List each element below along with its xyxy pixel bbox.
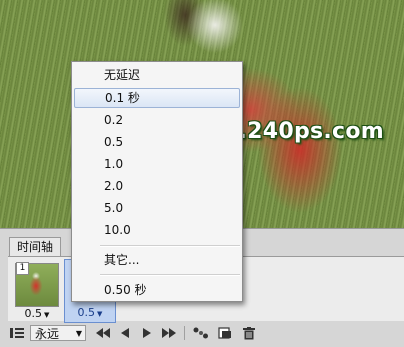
trash-icon[interactable] [237, 324, 261, 342]
frames-list-icon[interactable] [8, 324, 26, 342]
menu-item-current-delay[interactable]: 0.50 秒 [74, 280, 240, 300]
frame-1[interactable]: 1 0.5 ▼ [12, 261, 62, 323]
timeline-toolbar: 永远 ▼ [8, 323, 404, 343]
first-frame-icon[interactable] [92, 324, 114, 342]
next-frame-icon[interactable] [158, 324, 180, 342]
menu-separator [100, 245, 240, 247]
frame-delay[interactable]: 0.5 ▼ [12, 307, 62, 321]
chevron-down-icon: ▼ [75, 328, 82, 338]
loop-select[interactable]: 永远 ▼ [30, 325, 86, 341]
menu-item-0-5[interactable]: 0.5 [74, 132, 240, 152]
delay-dropdown-menu: 无延迟 0.1 秒 0.2 0.5 1.0 2.0 5.0 10.0 其它...… [71, 61, 243, 302]
menu-item-0-1-sec[interactable]: 0.1 秒 [74, 88, 240, 108]
menu-item-0-2[interactable]: 0.2 [74, 110, 240, 130]
menu-item-10-0[interactable]: 10.0 [74, 220, 240, 240]
tab-timeline[interactable]: 时间轴 [9, 237, 61, 257]
play-icon[interactable] [136, 324, 158, 342]
duplicate-frame-icon[interactable] [213, 324, 237, 342]
frame-delay[interactable]: 0.5 ▼ [65, 306, 115, 320]
chevron-down-icon: ▼ [97, 310, 103, 318]
prev-frame-icon[interactable] [114, 324, 136, 342]
toolbar-divider [184, 326, 185, 340]
menu-item-no-delay[interactable]: 无延迟 [74, 65, 240, 85]
menu-separator [100, 274, 240, 276]
menu-item-1-0[interactable]: 1.0 [74, 154, 240, 174]
menu-item-2-0[interactable]: 2.0 [74, 176, 240, 196]
menu-item-other[interactable]: 其它... [74, 250, 240, 270]
menu-item-5-0[interactable]: 5.0 [74, 198, 240, 218]
frame-number: 1 [16, 262, 29, 275]
chevron-down-icon: ▼ [44, 311, 50, 319]
tween-icon[interactable] [189, 324, 213, 342]
